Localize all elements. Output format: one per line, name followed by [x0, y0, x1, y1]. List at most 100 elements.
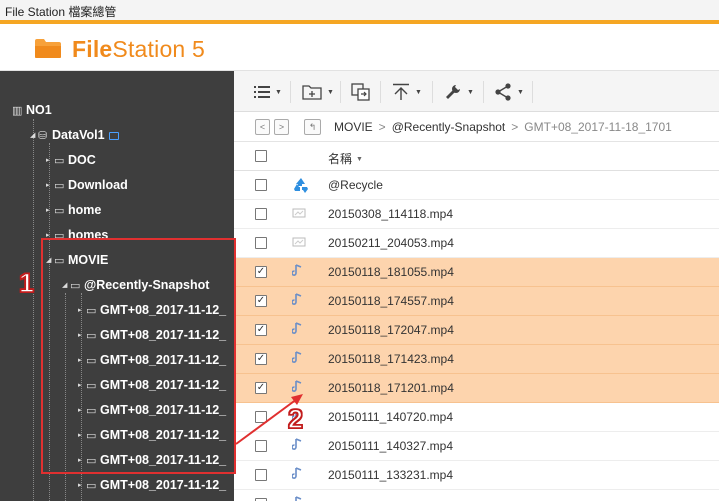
row-checkbox-checked[interactable]: ✓	[255, 324, 267, 336]
breadcrumb-separator-icon: >	[511, 120, 519, 134]
row-checkbox[interactable]	[255, 208, 267, 220]
expand-arrow-icon[interactable]: ▸	[46, 175, 54, 197]
video-file-icon	[291, 351, 308, 367]
video-file-icon	[291, 438, 308, 454]
file-row[interactable]: 20150211_204053.mp4	[234, 229, 719, 258]
image-file-icon	[292, 235, 308, 251]
server-icon: ▥	[12, 104, 23, 117]
copy-icon	[351, 83, 370, 101]
new-folder-button[interactable]: ▼	[302, 80, 334, 104]
tree-node-volume[interactable]: ◢ ⛁ DataVol1	[30, 124, 119, 146]
video-file-icon	[291, 264, 308, 280]
image-file-icon	[292, 206, 308, 222]
tree-node-snapshot-version[interactable]: ▸ ▭ GMT+08_2017-11-12_	[78, 474, 226, 496]
toolbar-separator	[290, 81, 291, 103]
upload-icon	[393, 83, 409, 100]
expand-arrow-icon[interactable]: ▸	[46, 200, 54, 222]
drive-icon: ⛁	[38, 129, 48, 142]
file-name: 20150111_140720.mp4	[328, 410, 454, 424]
dropdown-caret-icon: ▼	[275, 88, 282, 96]
dropdown-caret-icon: ▼	[517, 88, 524, 96]
file-row[interactable]: 20150111_133231.mp4	[234, 461, 719, 490]
share-icon	[495, 83, 511, 101]
row-checkbox[interactable]	[255, 440, 267, 452]
window-title: File Station 檔案總管	[5, 5, 117, 19]
folder-icon: ▭	[86, 479, 97, 492]
folder-icon: ▭	[54, 154, 65, 167]
file-list: 名稱 ▼ @Recycle 20150308_114118.mp4 20150211_…	[234, 142, 719, 501]
chevron-left-icon: <	[259, 122, 266, 132]
toolbar-separator	[532, 81, 533, 103]
tools-button[interactable]: ▼	[444, 80, 474, 104]
recycle-bin-icon	[292, 177, 308, 193]
toolbar-separator	[483, 81, 484, 103]
dropdown-caret-icon: ▼	[467, 88, 474, 96]
breadcrumb-item[interactable]: @Recently-Snapshot	[392, 120, 506, 134]
file-row[interactable]: @Recycle	[234, 171, 719, 200]
forward-button[interactable]: >	[274, 119, 289, 135]
return-icon: ↰	[308, 122, 317, 132]
file-row[interactable]	[234, 490, 719, 501]
path-bar: < > ↰ MOVIE > @Recently-Snapshot > GMT+08_20…	[234, 112, 719, 142]
file-row[interactable]: 20150111_140327.mp4	[234, 432, 719, 461]
row-checkbox-checked[interactable]: ✓	[255, 382, 267, 394]
main-toolbar: ▼ ▼ ▼ ▼ ▼	[234, 71, 719, 112]
tree-node-download[interactable]: ▸ ▭ Download	[46, 174, 128, 196]
row-checkbox[interactable]	[255, 411, 267, 423]
annotation-box	[41, 238, 236, 474]
expand-arrow-icon[interactable]: ▸	[46, 150, 54, 172]
column-header-name[interactable]: 名稱 ▼	[328, 150, 363, 167]
row-checkbox[interactable]	[255, 469, 267, 481]
file-row[interactable]: ✓ 20150118_172047.mp4	[234, 316, 719, 345]
file-name: 20150118_172047.mp4	[328, 323, 454, 337]
new-folder-icon	[302, 85, 322, 100]
list-header: 名稱 ▼	[234, 142, 719, 171]
file-row[interactable]: ✓ 20150118_171201.mp4	[234, 374, 719, 403]
window-title-bar: File Station 檔案總管	[0, 0, 719, 24]
toolbar-separator	[380, 81, 381, 103]
file-name: 20150118_171423.mp4	[328, 352, 454, 366]
tree-node-doc[interactable]: ▸ ▭ DOC	[46, 149, 96, 171]
dropdown-caret-icon: ▼	[327, 88, 334, 96]
parent-folder-button[interactable]: ↰	[304, 119, 321, 135]
upload-button[interactable]: ▼	[392, 80, 422, 104]
breadcrumb-separator-icon: >	[378, 120, 386, 134]
expand-arrow-icon[interactable]: ▸	[78, 475, 86, 497]
file-name: 20150111_140327.mp4	[328, 439, 454, 453]
row-checkbox-checked[interactable]: ✓	[255, 353, 267, 365]
back-button[interactable]: <	[255, 119, 270, 135]
row-checkbox[interactable]	[255, 237, 267, 249]
tree-node-nas[interactable]: ▥ NO1	[12, 99, 52, 121]
sort-descending-icon: ▼	[356, 156, 363, 164]
share-button[interactable]: ▼	[494, 80, 524, 104]
file-row[interactable]: ✓ 20150118_174557.mp4	[234, 287, 719, 316]
breadcrumb-item[interactable]: MOVIE	[334, 120, 373, 134]
collapse-arrow-icon[interactable]: ◢	[30, 125, 38, 147]
video-file-icon	[291, 467, 308, 483]
toolbar-separator	[432, 81, 433, 103]
dropdown-caret-icon: ▼	[415, 88, 422, 96]
row-checkbox-checked[interactable]: ✓	[255, 295, 267, 307]
chevron-right-icon: >	[278, 122, 285, 132]
row-checkbox-checked[interactable]: ✓	[255, 266, 267, 278]
file-row[interactable]: 20150111_140720.mp4	[234, 403, 719, 432]
file-row[interactable]: 20150308_114118.mp4	[234, 200, 719, 229]
folder-icon: ▭	[54, 179, 65, 192]
file-name: @Recycle	[328, 178, 383, 192]
video-file-icon	[291, 322, 308, 338]
file-name: 20150308_114118.mp4	[328, 207, 454, 221]
view-mode-button[interactable]: ▼	[254, 80, 282, 104]
file-name: 20150118_171201.mp4	[328, 381, 454, 395]
annotation-number: 2	[287, 403, 304, 435]
tree-node-home[interactable]: ▸ ▭ home	[46, 199, 101, 221]
select-all-checkbox[interactable]	[255, 150, 267, 162]
app-logo-text: FileStation 5	[72, 36, 206, 62]
file-station-logo-icon	[35, 39, 61, 58]
wrench-icon	[446, 85, 460, 99]
file-name: 20150211_204053.mp4	[328, 236, 454, 250]
copy-button[interactable]	[351, 80, 371, 104]
file-row[interactable]: ✓ 20150118_171423.mp4	[234, 345, 719, 374]
file-row[interactable]: ✓ 20150118_181055.mp4	[234, 258, 719, 287]
row-checkbox[interactable]	[255, 179, 267, 191]
video-file-icon	[291, 380, 308, 396]
